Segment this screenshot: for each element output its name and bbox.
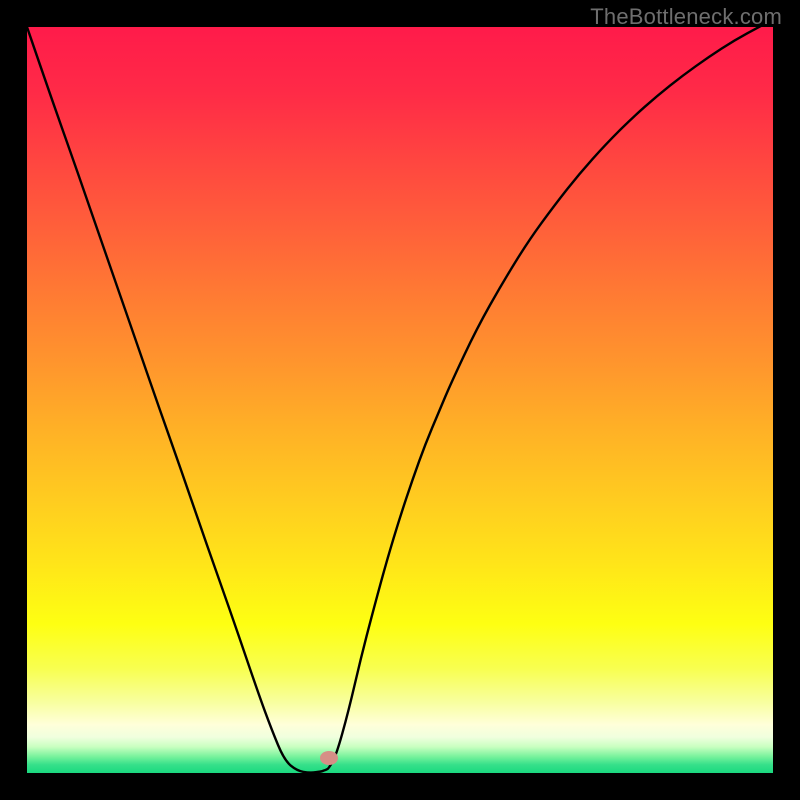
optimum-marker [320,751,338,765]
chart-frame: TheBottleneck.com [0,0,800,800]
plot-area [27,27,773,773]
bottleneck-curve [27,27,773,773]
